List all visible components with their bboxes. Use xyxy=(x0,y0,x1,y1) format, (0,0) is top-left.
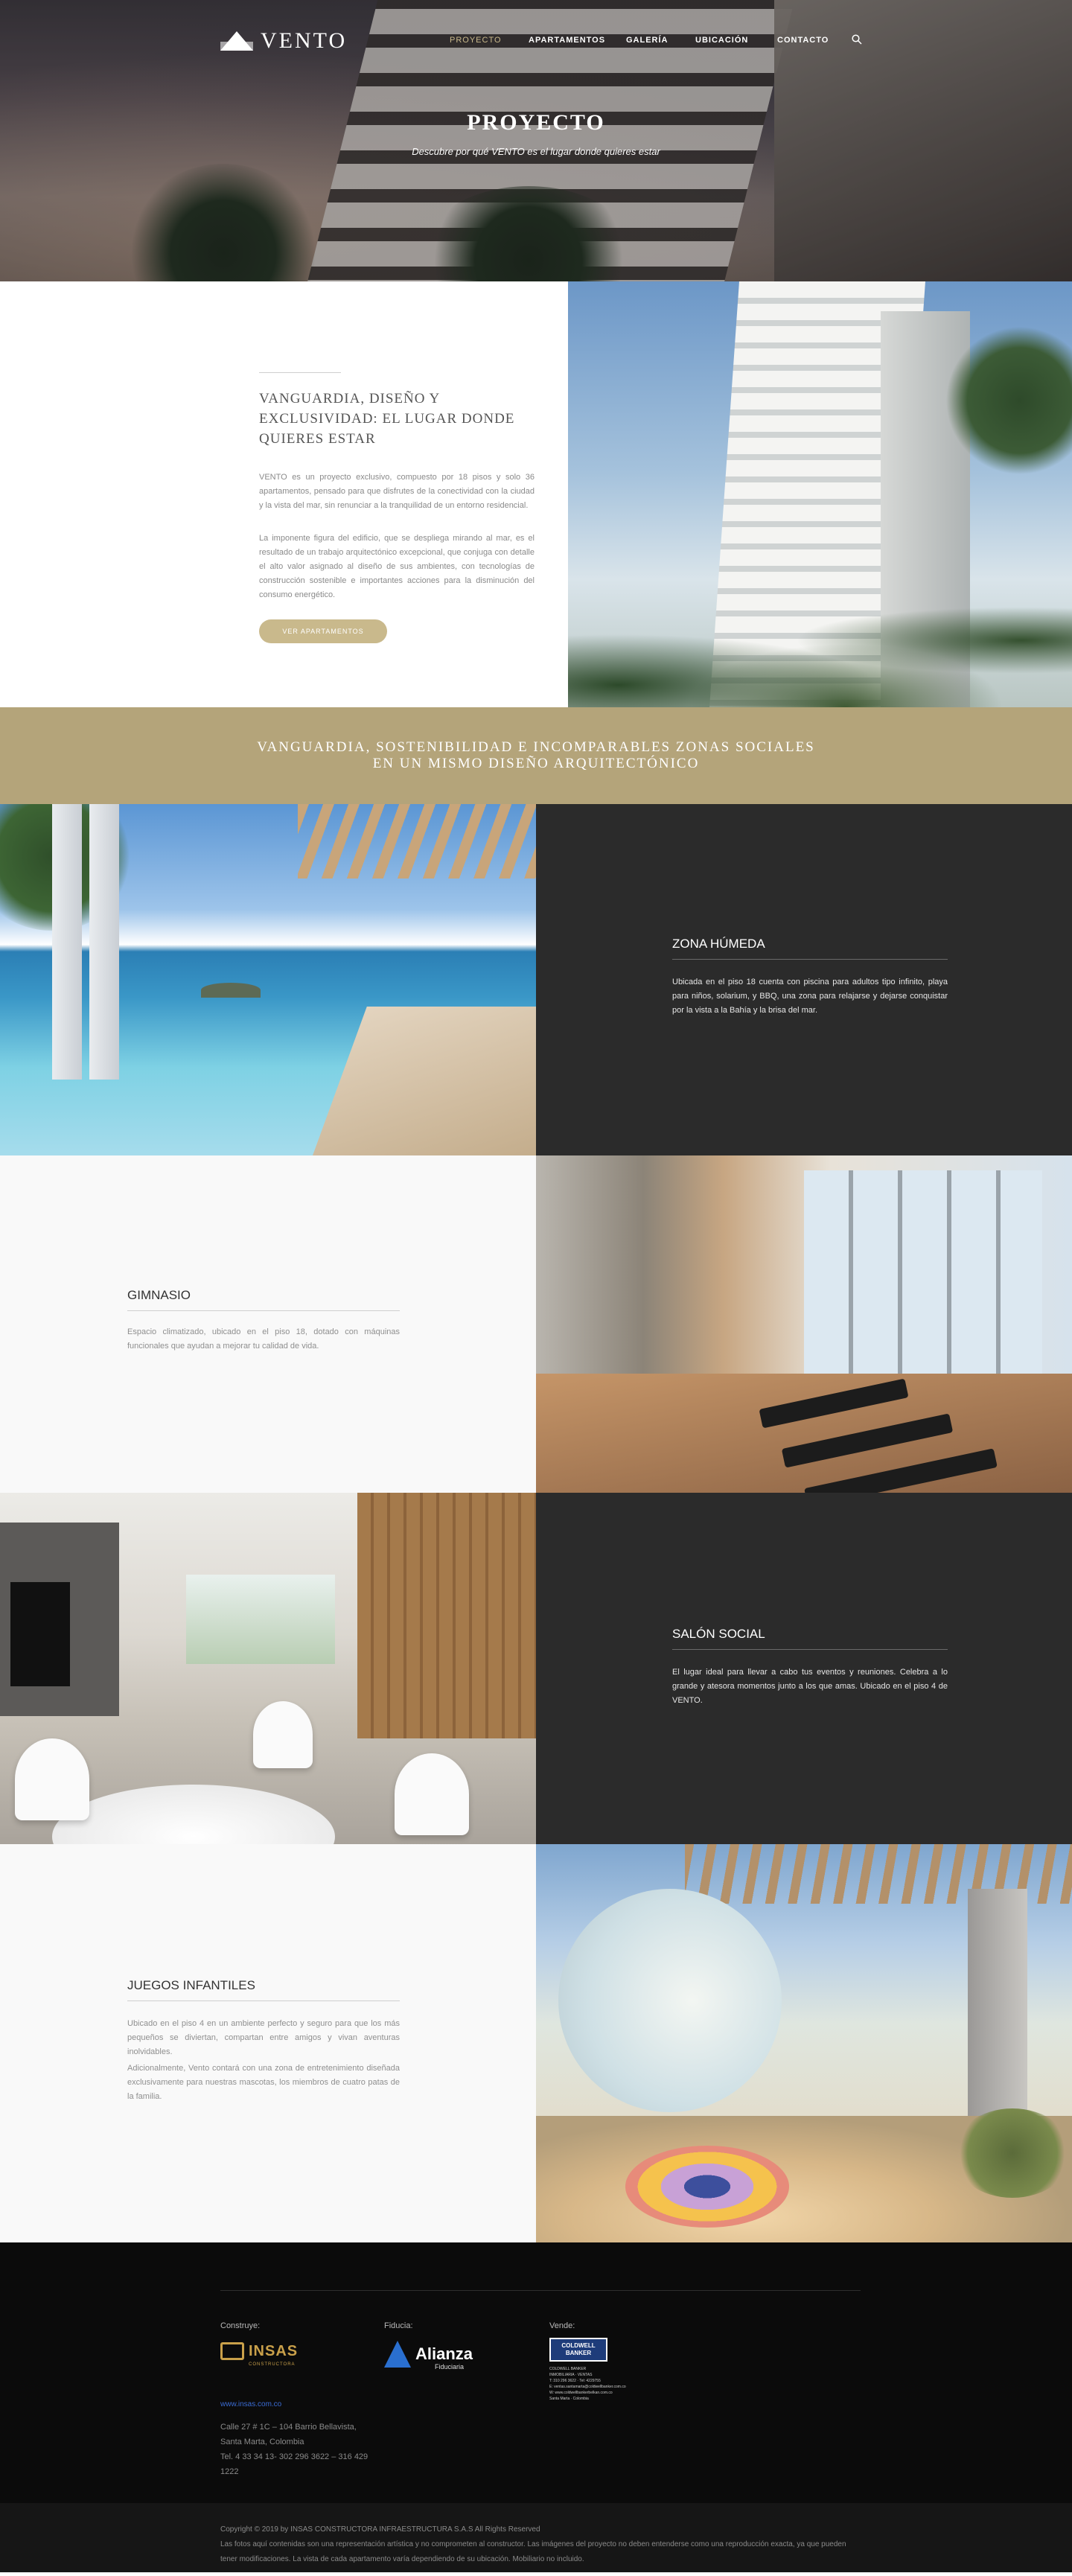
banner-line: VANGUARDIA, SOSTENIBILIDAD E INCOMPARABL… xyxy=(257,739,815,755)
island xyxy=(201,983,261,998)
footer-address: Calle 27 # 1C – 104 Barrio Bellavista, S… xyxy=(220,2420,369,2479)
play-rings xyxy=(625,2146,789,2228)
gym-image xyxy=(536,1155,1072,1493)
feature-divider xyxy=(672,959,948,960)
copyright-text: Copyright © 2019 by INSAS CONSTRUCTORA I… xyxy=(220,2525,540,2534)
alianza-logo-subtext: Fiduciaria xyxy=(435,2363,465,2371)
chair xyxy=(253,1701,313,1768)
climbing-wall xyxy=(558,1889,782,2112)
phone-line: Tel. 4 33 34 13- 302 296 3622 – 316 429 … xyxy=(220,2452,368,2476)
feature-title: JUEGOS INFANTILES xyxy=(127,1978,255,1992)
feature-description: El lugar ideal para llevar a cabo tus ev… xyxy=(672,1668,948,1705)
table xyxy=(52,1785,335,1844)
lounge-image xyxy=(0,1493,536,1844)
intro-paragraph: La imponente figura del edificio, que se… xyxy=(259,534,535,599)
window xyxy=(186,1575,335,1664)
feature-title: ZONA HÚMEDA xyxy=(672,937,765,951)
feature-description: Ubicado en el piso 4 en un ambiente perf… xyxy=(127,2019,400,2056)
address-line: Santa Marta, Colombia xyxy=(220,2438,304,2446)
feature-divider xyxy=(127,2000,400,2001)
floor xyxy=(536,1374,1072,1493)
chair xyxy=(395,1753,469,1835)
intro-section: VANGUARDIA, DISEÑO Y EXCLUSIVIDAD: EL LU… xyxy=(0,281,1072,707)
seller-label: Vende: xyxy=(549,2321,575,2330)
kids-area-image xyxy=(536,1844,1072,2242)
alianza-mark-icon xyxy=(384,2341,411,2368)
insas-mark-icon xyxy=(220,2342,244,2360)
hero-section: VENTO PROYECTO APARTAMENTOS GALERÍA UBIC… xyxy=(0,0,1072,281)
builder-label: Construye: xyxy=(220,2321,261,2330)
website-link[interactable]: www.insas.com.co xyxy=(220,2400,281,2408)
feature-gimnasio: GIMNASIO Espacio climatizado, ubicado en… xyxy=(0,1155,1072,1493)
site-logo[interactable]: VENTO xyxy=(220,28,347,54)
pool-image xyxy=(0,804,536,1155)
feature-text-panel: ZONA HÚMEDA Ubicada en el piso 18 cuenta… xyxy=(536,804,1072,1155)
feature-description: Espacio climatizado, ubicado en el piso … xyxy=(127,1327,400,1351)
feature-text-panel: GIMNASIO Espacio climatizado, ubicado en… xyxy=(0,1155,536,1493)
footer: Construye: Fiducia: Vende: INSAS CONSTRU… xyxy=(0,2242,1072,2503)
intro-paragraph: VENTO es un proyecto exclusivo, compuest… xyxy=(259,473,535,510)
intro-text-panel: VANGUARDIA, DISEÑO Y EXCLUSIVIDAD: EL LU… xyxy=(0,281,568,707)
feature-text-panel: JUEGOS INFANTILES Ubicado en el piso 4 e… xyxy=(0,1844,536,2242)
page-subtitle: Descubre por qué VENTO es el lugar donde… xyxy=(412,146,660,157)
tagline-banner: VANGUARDIA, SOSTENIBILIDAD E INCOMPARABL… xyxy=(0,707,1072,804)
intro-divider xyxy=(259,372,341,373)
banner-line: EN UN MISMO DISEÑO ARQUITECTÓNICO xyxy=(372,756,700,771)
insas-logo-subtext: CONSTRUCTORA xyxy=(249,2362,296,2367)
feature-juegos-infantiles: JUEGOS INFANTILES Ubicado en el piso 4 e… xyxy=(0,1844,1072,2242)
nav-item-proyecto[interactable]: PROYECTO xyxy=(450,36,502,45)
feature-salon-social: SALÓN SOCIAL El lugar ideal para llevar … xyxy=(0,1493,1072,1844)
intro-heading: VANGUARDIA, DISEÑO Y EXCLUSIVIDAD: EL LU… xyxy=(259,391,515,447)
feature-description: Adicionalmente, Vento contará con una zo… xyxy=(127,2064,400,2101)
pergola xyxy=(298,804,536,879)
building-image xyxy=(568,281,1072,707)
footer-divider xyxy=(220,2290,861,2291)
logo-text: VENTO xyxy=(261,28,348,53)
chair xyxy=(15,1738,89,1820)
column xyxy=(89,804,119,1080)
insas-logo-text: INSAS xyxy=(249,2342,299,2359)
window xyxy=(804,1170,1042,1394)
legal-text: Copyright © 2019 by INSAS CONSTRUCTORA I… xyxy=(220,2522,853,2567)
pool-deck xyxy=(313,1007,536,1155)
nav-item-galeria[interactable]: GALERÍA xyxy=(626,36,669,45)
nav-item-contacto[interactable]: CONTACTO xyxy=(777,36,829,45)
feature-zona-humeda: ZONA HÚMEDA Ubicada en el piso 18 cuenta… xyxy=(0,804,1072,1155)
logo-mark-icon xyxy=(220,31,253,51)
footer-bottom: Copyright © 2019 by INSAS CONSTRUCTORA I… xyxy=(0,2503,1072,2572)
disclaimer-text: Las fotos aquí contenidas son una repres… xyxy=(220,2540,846,2563)
nav-item-ubicacion[interactable]: UBICACIÓN xyxy=(695,36,748,45)
coldwell-banker-contact: COLDWELL BANKER INMOBILIARIA · VENTAS T:… xyxy=(549,2367,626,2401)
column xyxy=(52,804,82,1080)
nav-item-apartamentos[interactable]: APARTAMENTOS xyxy=(529,36,605,45)
feature-text-panel: SALÓN SOCIAL El lugar ideal para llevar … xyxy=(536,1493,1072,1844)
feature-divider xyxy=(127,1310,400,1311)
alianza-logo-text: Alianza xyxy=(415,2344,473,2363)
search-icon[interactable] xyxy=(852,34,862,45)
view-apartments-button[interactable]: VER APARTAMENTOS xyxy=(259,619,387,643)
page-title: PROYECTO xyxy=(467,110,605,135)
coldwell-banker-logo[interactable]: COLDWELL BANKER xyxy=(549,2338,607,2362)
trust-label: Fiducia: xyxy=(384,2321,413,2330)
trees-image xyxy=(568,596,1072,707)
feature-title: GIMNASIO xyxy=(127,1288,191,1302)
wood-panel xyxy=(357,1493,536,1738)
insas-logo[interactable]: INSAS xyxy=(220,2342,298,2360)
feature-title: SALÓN SOCIAL xyxy=(672,1627,765,1641)
address-line: Calle 27 # 1C – 104 Barrio Bellavista, xyxy=(220,2423,357,2432)
hedge xyxy=(953,2108,1072,2198)
tv xyxy=(10,1582,70,1686)
feature-description: Ubicada en el piso 18 cuenta con piscina… xyxy=(672,978,948,1015)
feature-divider xyxy=(672,1649,948,1650)
main-navigation: VENTO PROYECTO APARTAMENTOS GALERÍA UBIC… xyxy=(0,0,1072,82)
